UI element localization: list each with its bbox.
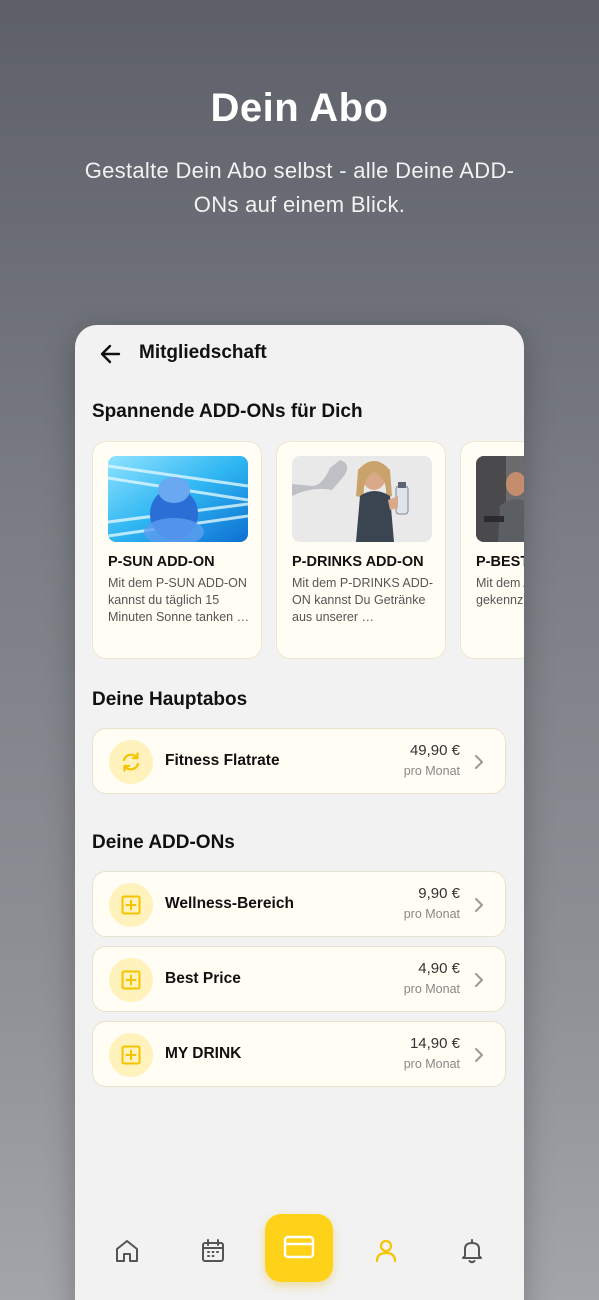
- addon-image-best: [476, 456, 524, 542]
- calendar-icon: [202, 1239, 224, 1262]
- nav-notifications[interactable]: [457, 1236, 487, 1266]
- subscription-row-fitness-flatrate[interactable]: Fitness Flatrate 49,90 € pro Monat: [92, 728, 506, 794]
- page-title: Mitgliedschaft: [139, 342, 267, 363]
- row-period: pro Monat: [403, 907, 460, 921]
- addon-row-best-price[interactable]: Best Price 4,90 € pro Monat: [92, 946, 506, 1012]
- row-label: Fitness Flatrate: [165, 752, 280, 769]
- home-icon: [116, 1240, 138, 1262]
- addon-card-p-sun[interactable]: P-SUN ADD-ON Mit dem P-SUN ADD-ON kannst…: [92, 441, 262, 659]
- user-icon: [375, 1239, 397, 1263]
- addon-row-my-drink[interactable]: MY DRINK 14,90 € pro Monat: [92, 1021, 506, 1087]
- arrow-left-icon: [100, 344, 121, 364]
- plus-square-icon: [121, 970, 141, 990]
- nav-membership[interactable]: [265, 1214, 333, 1282]
- row-label: Wellness-Bereich: [165, 895, 294, 912]
- row-label: Best Price: [165, 970, 241, 987]
- addon-name: P-DRINKS ADD-ON: [292, 554, 424, 570]
- nav-profile[interactable]: [371, 1236, 401, 1266]
- back-button[interactable]: [97, 341, 125, 367]
- chevron-right-icon: [475, 898, 483, 912]
- top-bar: Mitgliedschaft: [75, 325, 524, 383]
- row-price: 49,90 €: [409, 742, 460, 759]
- row-icon-wrap: [109, 883, 153, 927]
- card-icon: [283, 1235, 315, 1259]
- nav-calendar[interactable]: [198, 1236, 228, 1266]
- plus-square-icon: [121, 1045, 141, 1065]
- nav-home[interactable]: [112, 1236, 142, 1266]
- addons-owned-section-title: Deine ADD-ONs: [92, 832, 235, 853]
- addon-name: P-BEST ADD-ON: [476, 554, 524, 570]
- row-price: 4,90 €: [418, 960, 460, 977]
- row-icon-wrap: [109, 1033, 153, 1077]
- addon-image-drinks: [292, 456, 432, 542]
- row-period: pro Monat: [403, 764, 460, 778]
- row-label: MY DRINK: [165, 1045, 242, 1062]
- addon-image-sunbed: [108, 456, 248, 542]
- refresh-icon: [122, 752, 140, 772]
- row-icon-wrap: [109, 958, 153, 1002]
- addon-description: Mit dem P-DRINKS ADD-ON kannst Du Geträn…: [292, 576, 433, 624]
- addon-description: Mit dem P-SUN ADD-ON kannst du täglich 1…: [108, 576, 250, 624]
- main-section-title: Deine Hauptabos: [92, 689, 248, 710]
- phone-screen: Mitgliedschaft Spannende ADD-ONs für Dic…: [75, 325, 524, 1300]
- addons-carousel[interactable]: P-SUN ADD-ON Mit dem P-SUN ADD-ON kannst…: [92, 441, 524, 661]
- row-period: pro Monat: [403, 1057, 460, 1071]
- chevron-right-icon: [475, 755, 483, 769]
- plus-square-icon: [121, 895, 141, 915]
- row-period: pro Monat: [403, 982, 460, 996]
- row-icon-wrap: [109, 740, 153, 784]
- addon-card-p-drinks[interactable]: P-DRINKS ADD-ON Mit dem P-DRINKS ADD-ON …: [276, 441, 446, 659]
- promo-title: Dein Abo: [210, 86, 389, 130]
- addon-description: Mit dem ADD-ON gekennz…: [476, 576, 524, 607]
- chevron-right-icon: [475, 973, 483, 987]
- addon-card-p-best[interactable]: P-BEST ADD-ON Mit dem ADD-ON gekennz…: [460, 441, 524, 659]
- promo-subtitle: Gestalte Dein Abo selbst - alle Deine AD…: [84, 158, 515, 217]
- bell-icon: [462, 1239, 482, 1264]
- addon-name: P-SUN ADD-ON: [108, 554, 215, 570]
- row-price: 14,90 €: [409, 1035, 460, 1052]
- addon-row-wellness[interactable]: Wellness-Bereich 9,90 € pro Monat: [92, 871, 506, 937]
- chevron-right-icon: [475, 1048, 483, 1062]
- row-price: 9,90 €: [418, 885, 460, 902]
- addons-section-title: Spannende ADD-ONs für Dich: [92, 401, 363, 422]
- bottom-navigation: [75, 1209, 524, 1299]
